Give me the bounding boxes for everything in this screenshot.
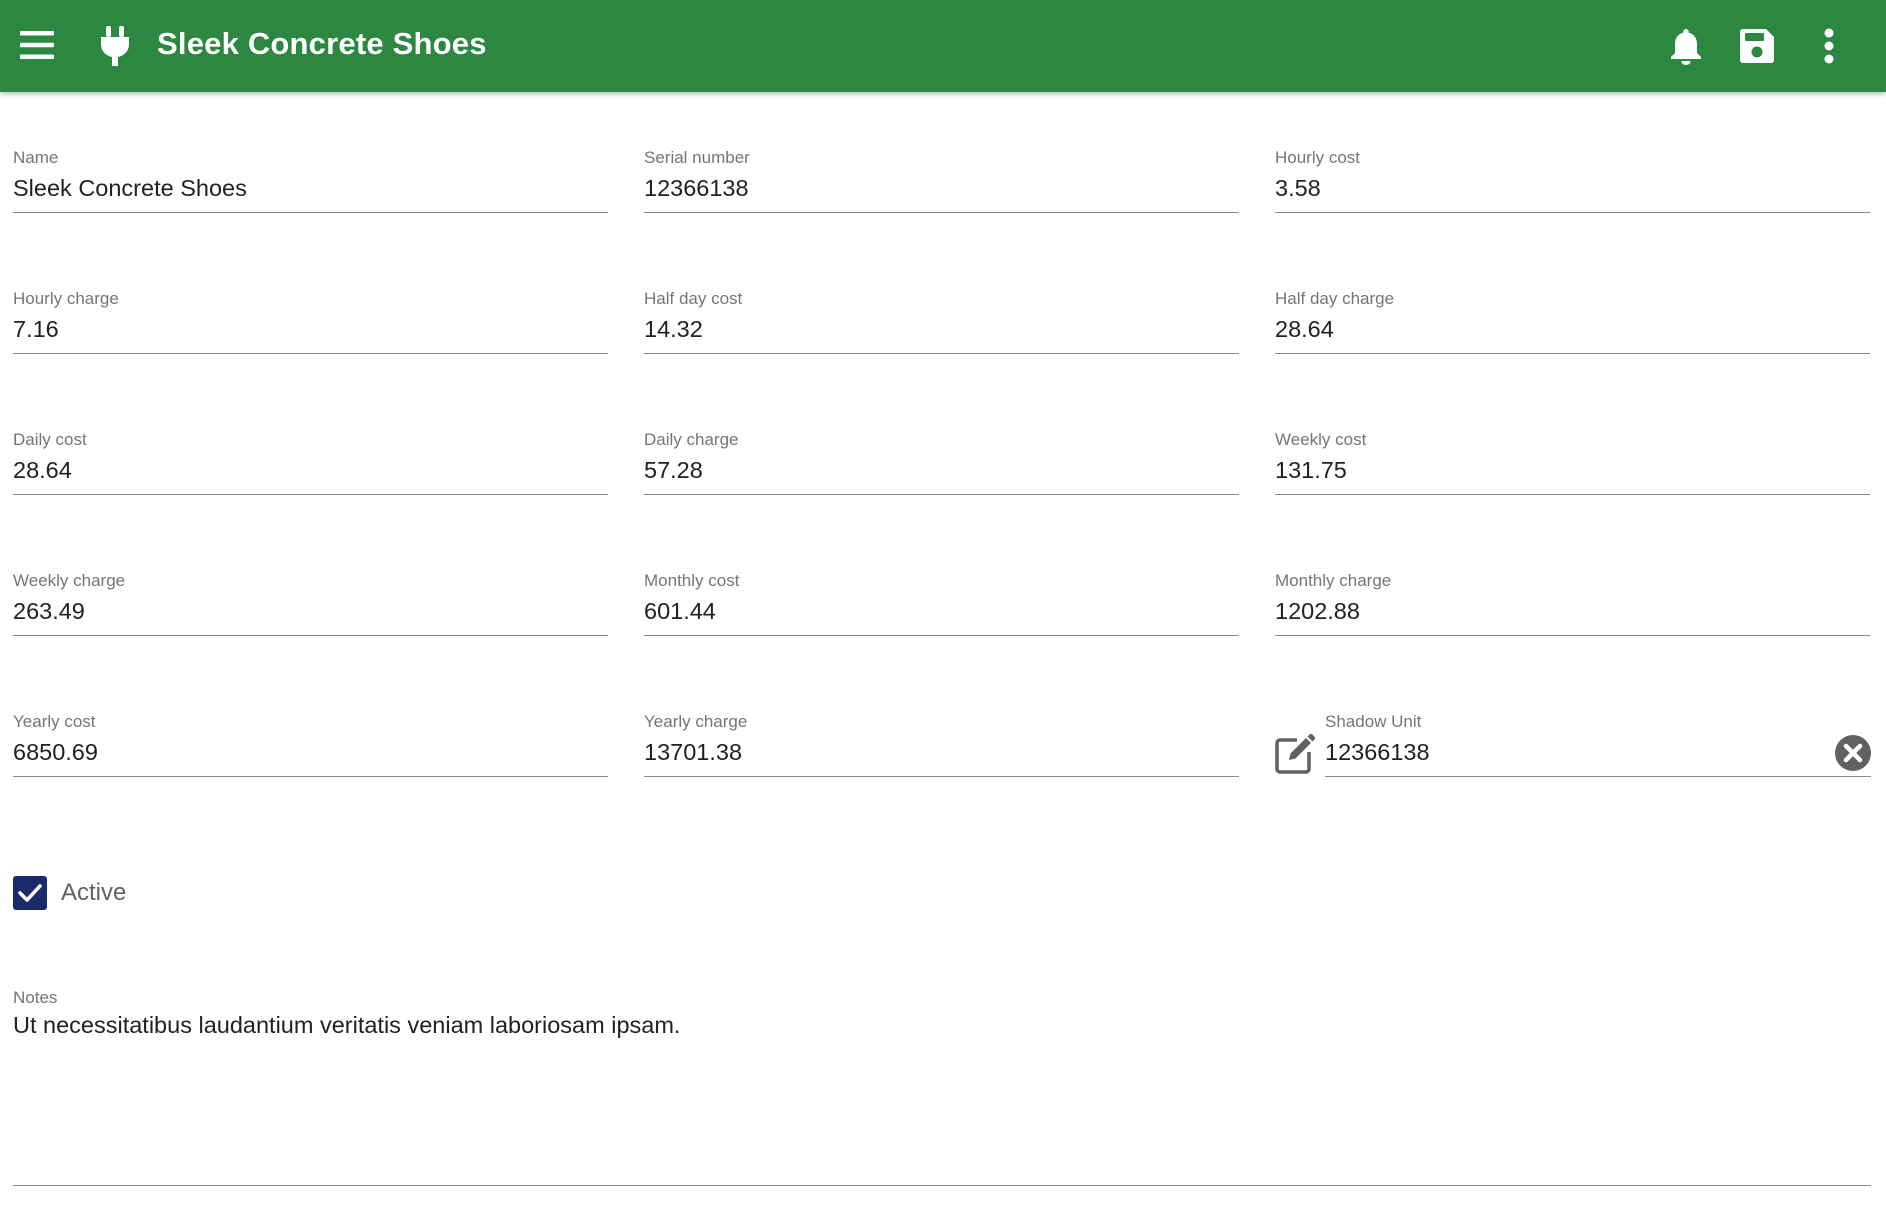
- half-day-charge-input[interactable]: 28.64: [1275, 316, 1870, 343]
- half-day-cost-input[interactable]: 14.32: [644, 316, 1239, 343]
- weekly-charge-underline: [13, 635, 608, 636]
- half-day-cost-label: Half day cost: [644, 289, 743, 308]
- half-day-charge-label: Half day charge: [1275, 289, 1395, 308]
- weekly-charge-input[interactable]: 263.49: [13, 598, 608, 625]
- active-label: Active: [61, 879, 127, 906]
- half-day-cost-underline: [644, 353, 1239, 354]
- daily-charge-field[interactable]: Daily charge 57.28: [644, 430, 1239, 510]
- shadow-unit-group: Shadow Unit 12366138: [1275, 712, 1871, 792]
- yearly-cost-underline: [13, 776, 608, 777]
- app-title: Sleek Concrete Shoes: [157, 26, 487, 61]
- hourly-charge-input[interactable]: 7.16: [13, 316, 608, 343]
- check-icon: [18, 884, 42, 902]
- active-row[interactable]: Active: [13, 876, 126, 910]
- edit-icon[interactable]: [1275, 733, 1316, 774]
- half-day-charge-underline: [1275, 353, 1870, 354]
- name-input[interactable]: Sleek Concrete Shoes: [13, 175, 608, 202]
- daily-cost-label: Daily cost: [13, 430, 87, 449]
- yearly-cost-field[interactable]: Yearly cost 6850.69: [13, 712, 608, 792]
- daily-charge-underline: [644, 494, 1239, 495]
- monthly-cost-label: Monthly cost: [644, 571, 740, 590]
- hourly-charge-label: Hourly charge: [13, 289, 119, 308]
- half-day-charge-field[interactable]: Half day charge 28.64: [1275, 289, 1870, 369]
- weekly-charge-field[interactable]: Weekly charge 263.49: [13, 571, 608, 651]
- plug-icon: [96, 24, 134, 68]
- menu-icon: [20, 31, 54, 59]
- yearly-cost-input[interactable]: 6850.69: [13, 739, 608, 766]
- more-vert-icon: [1824, 28, 1834, 64]
- weekly-charge-label: Weekly charge: [13, 571, 126, 590]
- monthly-charge-label: Monthly charge: [1275, 571, 1392, 590]
- shadow-unit-field[interactable]: Shadow Unit 12366138: [1325, 712, 1871, 792]
- hourly-charge-underline: [13, 353, 608, 354]
- monthly-cost-underline: [644, 635, 1239, 636]
- hourly-cost-underline: [1275, 212, 1870, 213]
- hourly-cost-label: Hourly cost: [1275, 148, 1361, 167]
- monthly-charge-field[interactable]: Monthly charge 1202.88: [1275, 571, 1870, 651]
- monthly-cost-input[interactable]: 601.44: [644, 598, 1239, 625]
- serial-number-field[interactable]: Serial number 12366138: [644, 148, 1239, 228]
- hourly-cost-input[interactable]: 3.58: [1275, 175, 1870, 202]
- weekly-cost-underline: [1275, 494, 1870, 495]
- clear-icon[interactable]: [1835, 735, 1871, 771]
- bell-icon: [1671, 29, 1701, 65]
- notifications-button[interactable]: [1662, 22, 1710, 70]
- monthly-charge-input[interactable]: 1202.88: [1275, 598, 1870, 625]
- notes-textarea[interactable]: Ut necessitatibus laudantium veritatis v…: [13, 1012, 680, 1039]
- notes-field[interactable]: Notes Ut necessitatibus laudantium verit…: [13, 988, 1871, 1186]
- serial-number-label: Serial number: [644, 148, 750, 167]
- weekly-cost-field[interactable]: Weekly cost 131.75: [1275, 430, 1870, 510]
- save-button[interactable]: [1733, 22, 1781, 70]
- weekly-cost-label: Weekly cost: [1275, 430, 1367, 449]
- daily-charge-input[interactable]: 57.28: [644, 457, 1239, 484]
- shadow-unit-input[interactable]: 12366138: [1325, 739, 1871, 766]
- serial-number-input[interactable]: 12366138: [644, 175, 1239, 202]
- half-day-cost-field[interactable]: Half day cost 14.32: [644, 289, 1239, 369]
- serial-number-underline: [644, 212, 1239, 213]
- menu-button[interactable]: [14, 22, 60, 68]
- daily-charge-label: Daily charge: [644, 430, 739, 449]
- monthly-cost-field[interactable]: Monthly cost 601.44: [644, 571, 1239, 651]
- notes-underline: [13, 1185, 1871, 1186]
- hourly-charge-field[interactable]: Hourly charge 7.16: [13, 289, 608, 369]
- name-label: Name: [13, 148, 59, 167]
- hourly-cost-field[interactable]: Hourly cost 3.58: [1275, 148, 1870, 228]
- notes-label: Notes: [13, 988, 58, 1007]
- active-checkbox[interactable]: [13, 876, 47, 910]
- monthly-charge-underline: [1275, 635, 1870, 636]
- shadow-unit-label: Shadow Unit: [1325, 712, 1422, 731]
- yearly-cost-label: Yearly cost: [13, 712, 96, 731]
- weekly-cost-input[interactable]: 131.75: [1275, 457, 1870, 484]
- yearly-charge-underline: [644, 776, 1239, 777]
- yearly-charge-label: Yearly charge: [644, 712, 748, 731]
- daily-cost-underline: [13, 494, 608, 495]
- yearly-charge-field[interactable]: Yearly charge 13701.38: [644, 712, 1239, 792]
- name-underline: [13, 212, 608, 213]
- save-icon: [1740, 29, 1774, 63]
- daily-cost-field[interactable]: Daily cost 28.64: [13, 430, 608, 510]
- shadow-unit-underline: [1325, 776, 1871, 777]
- app-bar: Sleek Concrete Shoes: [0, 0, 1886, 92]
- name-field[interactable]: Name Sleek Concrete Shoes: [13, 148, 608, 228]
- daily-cost-input[interactable]: 28.64: [13, 457, 608, 484]
- yearly-charge-input[interactable]: 13701.38: [644, 739, 1239, 766]
- more-options-button[interactable]: [1805, 22, 1853, 70]
